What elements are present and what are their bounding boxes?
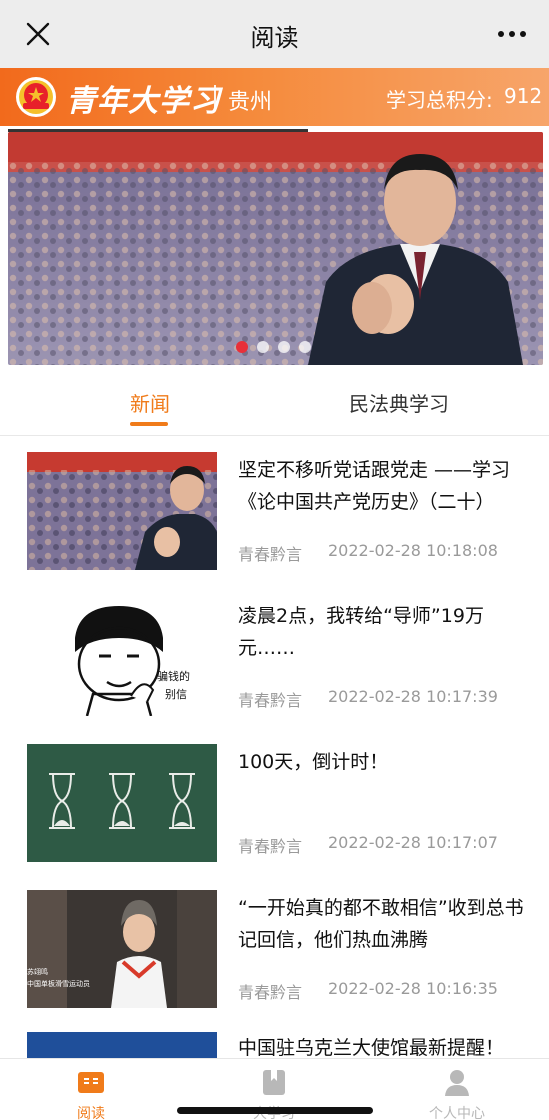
score-value: 912	[504, 84, 543, 108]
article-title: 中国驻乌克兰大使馆最新提醒！	[238, 1037, 505, 1058]
nav-read[interactable]: 阅读	[46, 1067, 136, 1120]
article-item[interactable]: 中国驻乌克兰大使馆最新提醒！	[0, 1022, 549, 1058]
athlete-role-caption: 中国单板滑雪运动员	[27, 979, 90, 988]
meme-caption-line1: 骗钱的	[157, 669, 190, 683]
article-thumbnail: 苏翊鸣 中国单板滑雪运动员	[27, 890, 217, 1008]
article-thumbnail	[27, 452, 217, 570]
page-title: 阅读	[250, 24, 299, 52]
nav-profile[interactable]: 个人中心	[412, 1067, 502, 1120]
tab-civil-code-study[interactable]: 民法典学习	[349, 388, 449, 417]
active-tab-indicator	[130, 422, 168, 426]
banner-image	[8, 132, 543, 365]
banner-dot[interactable]	[278, 341, 290, 353]
article-title: 100天，倒计时！	[238, 751, 389, 773]
nav-read-label: 阅读	[77, 1106, 105, 1120]
book-open-icon	[78, 1072, 104, 1093]
article-time: 2022-02-28 10:17:07	[328, 833, 498, 852]
article-title: “一开始真的都不敢相信”收到总书记回信，他们热血沸腾	[238, 897, 524, 951]
article-thumbnail	[27, 744, 217, 862]
athlete-name-caption: 苏翊鸣	[27, 967, 48, 976]
province-label: 贵州	[228, 90, 273, 115]
bookmark-icon	[263, 1070, 285, 1095]
banner-dot[interactable]	[257, 341, 269, 353]
article-item[interactable]: 苏翊鸣 中国单板滑雪运动员 “一开始真的都不敢相信”收到总书记回信，他们热血沸腾…	[0, 876, 549, 1022]
article-item[interactable]: 坚定不移听党话跟党走 ——学习《论中国共产党历史》（二十） 青春黔言 2022-…	[0, 438, 549, 584]
banner-indicator	[236, 341, 311, 353]
person-icon	[445, 1070, 469, 1096]
article-source: 青春黔言	[238, 837, 303, 856]
category-tabs: 新闻 民法典学习	[0, 370, 549, 436]
article-time: 2022-02-28 10:16:35	[328, 979, 498, 998]
article-source: 青春黔言	[238, 545, 303, 564]
brand-header: 青年大学习 贵州 学习总积分: 912	[0, 68, 549, 126]
league-emblem-icon	[16, 77, 56, 117]
brand-divider	[214, 85, 216, 111]
nav-profile-label: 个人中心	[429, 1106, 485, 1120]
home-indicator[interactable]	[177, 1107, 373, 1114]
meme-caption-line2: 别信	[165, 688, 187, 701]
article-item[interactable]: 100天，倒计时！ 青春黔言 2022-02-28 10:17:07	[0, 730, 549, 876]
article-title: 坚定不移听党话跟党走 ——学习《论中国共产党历史》（二十）	[238, 459, 511, 513]
banner-carousel[interactable]	[8, 132, 543, 365]
article-thumbnail: 骗钱的 别信	[27, 598, 217, 716]
title-bar: 阅读	[0, 0, 549, 68]
score-label: 学习总积分:	[386, 88, 493, 112]
banner-dot[interactable]	[236, 341, 248, 353]
article-time: 2022-02-28 10:17:39	[328, 687, 498, 706]
tab-news[interactable]: 新闻	[130, 388, 170, 417]
article-title: 凌晨2点，我转给“导师”19万元……	[238, 605, 484, 659]
brand-name: 青年大学习	[66, 84, 221, 119]
more-dots-icon[interactable]	[497, 30, 527, 38]
article-thumbnail	[27, 1032, 217, 1058]
article-time: 2022-02-28 10:18:08	[328, 541, 498, 560]
article-source: 青春黔言	[238, 691, 303, 710]
article-item[interactable]: 骗钱的 别信 凌晨2点，我转给“导师”19万元…… 青春黔言 2022-02-2…	[0, 584, 549, 730]
banner-dot[interactable]	[299, 341, 311, 353]
article-source: 青春黔言	[238, 983, 303, 1002]
